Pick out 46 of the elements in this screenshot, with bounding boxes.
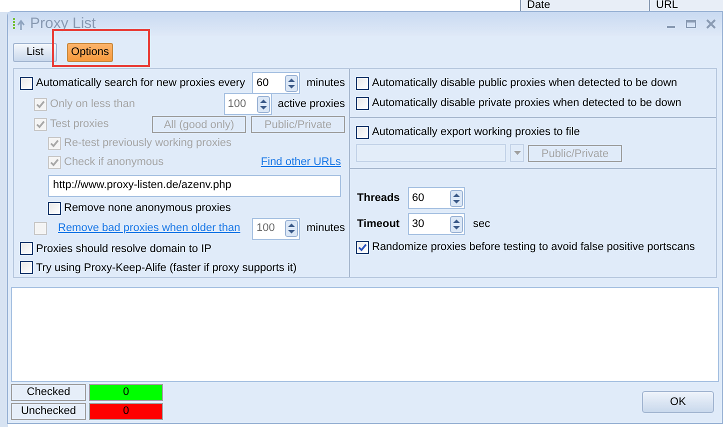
option-label: Automatically export working proxies to file [372, 124, 580, 140]
spin-arrows-icon [256, 96, 270, 112]
unit-label: minutes [306, 221, 345, 236]
option-label: Check if anonymous [64, 155, 164, 170]
ok-button[interactable]: OK [642, 391, 714, 413]
option-label: Automatically disable public proxies when detected to be down [372, 76, 678, 91]
counter-label: Unchecked [11, 403, 86, 420]
spin-field[interactable]: 60 [252, 72, 300, 94]
maximize-icon[interactable] [686, 19, 696, 29]
checkbox[interactable] [20, 261, 33, 274]
counter-value: 0 [89, 384, 163, 401]
column-header[interactable]: URL [650, 0, 678, 12]
counter-label: Checked [11, 384, 86, 401]
window-title: Proxy List [30, 14, 96, 34]
option-label: Remove none anonymous proxies [64, 201, 231, 216]
option-label: Randomize proxies before testing to avoid false positive portscans [372, 240, 695, 255]
checkbox[interactable] [356, 240, 369, 254]
tab[interactable]: Options [67, 43, 113, 62]
checkbox[interactable] [356, 76, 369, 90]
option-label: Proxies should resolve domain to IP [36, 242, 212, 257]
tab[interactable]: List [13, 43, 57, 62]
app-icon [12, 17, 26, 31]
close-icon[interactable] [706, 19, 716, 29]
option-label: Only on less than [50, 96, 135, 112]
checkbox[interactable] [20, 76, 33, 90]
option-label: Automatically search for new proxies every [36, 76, 246, 91]
spin-arrows-icon [285, 74, 298, 92]
counter-value: 0 [89, 403, 163, 420]
setting-label: Threads [357, 190, 401, 206]
spin-arrows-icon [450, 190, 463, 206]
checkbox[interactable] [356, 96, 369, 110]
unit-label: active proxies [278, 96, 345, 112]
spin-arrows-icon [450, 216, 463, 232]
spin-field[interactable]: 60 [408, 187, 465, 209]
unit-label: sec [473, 216, 490, 232]
option-label: Re-test previously working proxies [64, 136, 232, 151]
dropdown-icon[interactable] [510, 144, 524, 162]
checkbox[interactable] [20, 242, 33, 256]
option-label: Try using Proxy-Keep-Alife (faster if proxy supports it) [36, 260, 297, 276]
setting-label: Timeout [357, 216, 401, 232]
spin-arrows-icon [285, 220, 298, 238]
unit-label: minutes [306, 76, 345, 91]
option-label: Automatically disable private proxies when detected to be down [372, 96, 682, 111]
option-label: Test proxies [50, 116, 109, 132]
checkbox[interactable] [356, 126, 369, 138]
spin-field[interactable]: 30 [408, 213, 465, 235]
